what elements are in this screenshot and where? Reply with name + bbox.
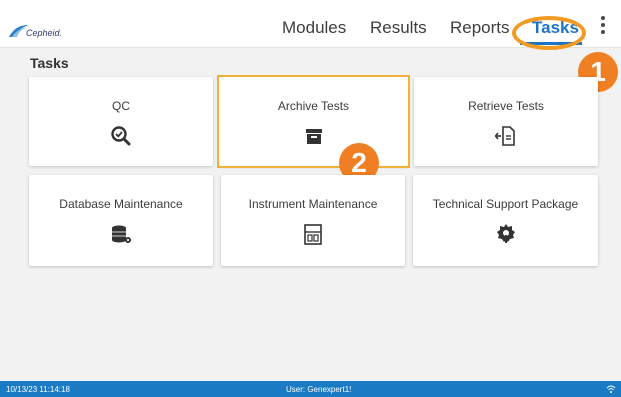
tasks-highlight-ellipse <box>512 16 586 50</box>
tile-technical-support-package[interactable]: Technical Support Package <box>413 175 598 266</box>
wifi-icon <box>606 385 616 393</box>
more-menu-icon[interactable] <box>599 16 607 38</box>
cepheid-logo: Cepheid. <box>8 24 62 38</box>
tile-label: Instrument Maintenance <box>248 197 378 211</box>
tile-database-maintenance[interactable]: Database Maintenance <box>29 175 213 266</box>
archive-box-icon <box>305 129 322 144</box>
tile-label: Retrieve Tests <box>468 99 544 113</box>
instrument-icon <box>304 224 322 245</box>
database-gear-icon <box>112 225 131 243</box>
tile-label: Technical Support Package <box>432 197 579 211</box>
tile-qc[interactable]: QC <box>29 77 213 166</box>
logo-text: Cepheid. <box>26 28 63 38</box>
support-gear-icon <box>496 224 515 243</box>
status-user: User: Genexpert1! <box>286 385 352 394</box>
tile-archive-tests[interactable]: Archive Tests <box>219 77 408 166</box>
status-datetime: 10/13/23 11:14:18 <box>6 385 70 394</box>
nav-reports[interactable]: Reports <box>450 18 510 38</box>
status-bar: 10/13/23 11:14:18 User: Genexpert1! <box>0 381 621 397</box>
tile-label: Archive Tests <box>277 99 350 113</box>
nav-modules[interactable]: Modules <box>282 18 346 38</box>
qc-magnifier-icon <box>111 126 131 146</box>
retrieve-document-icon <box>495 126 515 146</box>
tile-label: QC <box>112 99 130 113</box>
tile-label: Database Maintenance <box>59 197 183 211</box>
tile-instrument-maintenance[interactable]: Instrument Maintenance <box>221 175 405 266</box>
tile-retrieve-tests[interactable]: Retrieve Tests <box>414 77 598 166</box>
nav-results[interactable]: Results <box>370 18 427 38</box>
page-title: Tasks <box>30 55 69 71</box>
